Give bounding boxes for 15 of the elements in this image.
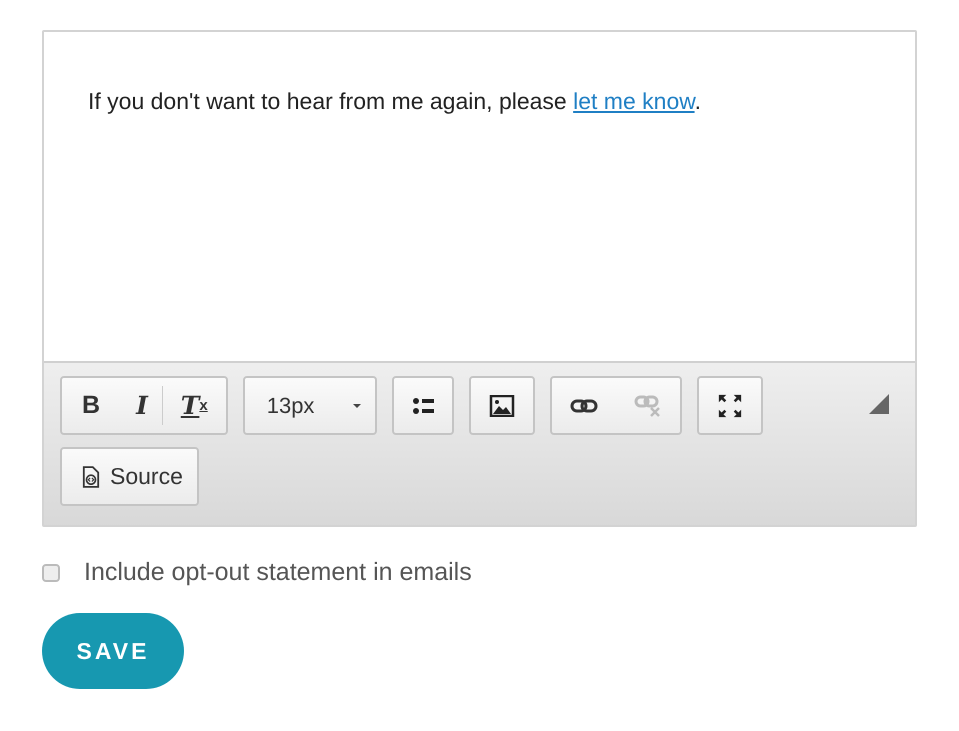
message-text: If you don't want to hear from me again, please let me know. [88, 87, 702, 115]
unlink-icon [634, 394, 662, 418]
caret-icon [352, 404, 361, 408]
link[interactable]: let me know [573, 88, 695, 114]
resize-handle-icon[interactable] [869, 394, 889, 414]
bold-button[interactable]: B [62, 378, 122, 433]
list-icon [412, 396, 434, 416]
italic-button[interactable]: I [122, 386, 163, 425]
chain-link-icon [570, 396, 598, 414]
opt-out-checkbox[interactable] [42, 564, 60, 582]
source-file-icon [82, 466, 100, 488]
image-icon [488, 394, 515, 416]
source-button[interactable]: Source [62, 449, 197, 504]
font-size-dropdown[interactable]: 13px [244, 378, 375, 433]
opt-out-label: Include opt-out statement in emails [84, 558, 472, 587]
